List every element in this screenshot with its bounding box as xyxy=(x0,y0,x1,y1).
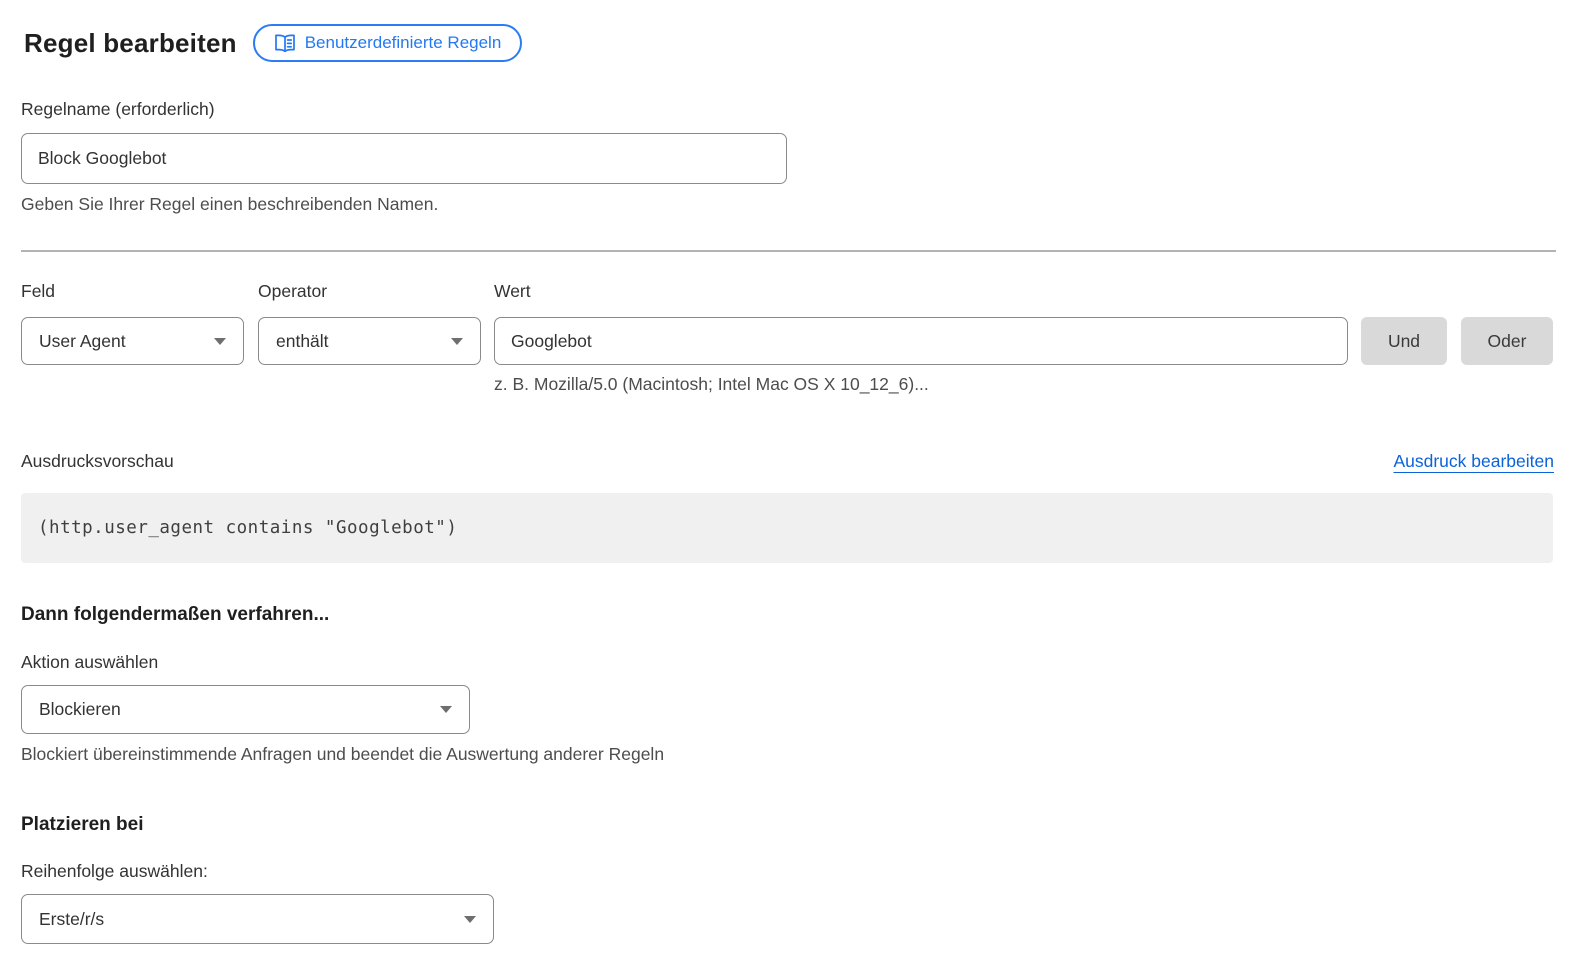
expression-code: (http.user_agent contains "Googlebot") xyxy=(38,518,457,538)
section-divider xyxy=(21,250,1556,252)
value-input[interactable] xyxy=(494,317,1348,365)
action-section-heading: Dann folgendermaßen verfahren... xyxy=(21,604,1553,626)
order-select[interactable]: Erste/r/s xyxy=(21,894,494,944)
action-select-value: Blockieren xyxy=(39,699,121,720)
action-select-label: Aktion auswählen xyxy=(21,652,1553,673)
operator-select[interactable]: enthält xyxy=(258,317,481,365)
edit-expression-link[interactable]: Ausdruck bearbeiten xyxy=(1393,451,1554,472)
operator-select-value: enthält xyxy=(276,331,329,352)
order-select-value: Erste/r/s xyxy=(39,909,104,930)
chevron-down-icon xyxy=(440,706,452,713)
expression-preview-label: Ausdrucksvorschau xyxy=(21,451,174,472)
placement-section: Platzieren bei Reihenfolge auswählen: Er… xyxy=(21,814,1553,944)
action-select[interactable]: Blockieren xyxy=(21,685,470,734)
placement-section-heading: Platzieren bei xyxy=(21,814,1553,836)
edit-rule-page: Regel bearbeiten Benutzerdefinierte Rege… xyxy=(0,0,1570,956)
field-label: Feld xyxy=(21,281,244,302)
value-help-text: z. B. Mozilla/5.0 (Macintosh; Intel Mac … xyxy=(494,374,1348,395)
expression-preview-header: Ausdrucksvorschau Ausdruck bearbeiten xyxy=(21,451,1554,472)
or-button[interactable]: Oder xyxy=(1461,317,1553,365)
rule-name-input[interactable] xyxy=(21,133,787,184)
open-book-icon xyxy=(274,34,296,53)
condition-field-column: Feld User Agent xyxy=(21,281,244,395)
condition-builder-row: Feld User Agent Operator enthält Wert z.… xyxy=(21,281,1553,395)
custom-rules-docs-button-label: Benutzerdefinierte Regeln xyxy=(305,33,502,53)
condition-operator-column: Operator enthält xyxy=(258,281,481,395)
page-title: Regel bearbeiten xyxy=(24,28,237,59)
rule-name-help-text: Geben Sie Ihrer Regel einen beschreibend… xyxy=(21,194,1553,215)
value-label: Wert xyxy=(494,281,1348,302)
field-select[interactable]: User Agent xyxy=(21,317,244,365)
rule-name-section: Regelname (erforderlich) Geben Sie Ihrer… xyxy=(21,99,1553,215)
custom-rules-docs-button[interactable]: Benutzerdefinierte Regeln xyxy=(253,24,523,62)
and-button[interactable]: Und xyxy=(1361,317,1447,365)
order-select-label: Reihenfolge auswählen: xyxy=(21,861,1553,882)
chevron-down-icon xyxy=(451,338,463,345)
action-section: Dann folgendermaßen verfahren... Aktion … xyxy=(21,604,1553,765)
condition-value-column: Wert z. B. Mozilla/5.0 (Macintosh; Intel… xyxy=(494,281,1348,395)
operator-label: Operator xyxy=(258,281,481,302)
field-select-value: User Agent xyxy=(39,331,126,352)
expression-preview-box: (http.user_agent contains "Googlebot") xyxy=(21,493,1553,563)
chevron-down-icon xyxy=(464,916,476,923)
action-help-text: Blockiert übereinstimmende Anfragen und … xyxy=(21,744,1553,765)
chevron-down-icon xyxy=(214,338,226,345)
rule-name-label: Regelname (erforderlich) xyxy=(21,99,215,119)
page-header: Regel bearbeiten Benutzerdefinierte Rege… xyxy=(24,24,1553,62)
